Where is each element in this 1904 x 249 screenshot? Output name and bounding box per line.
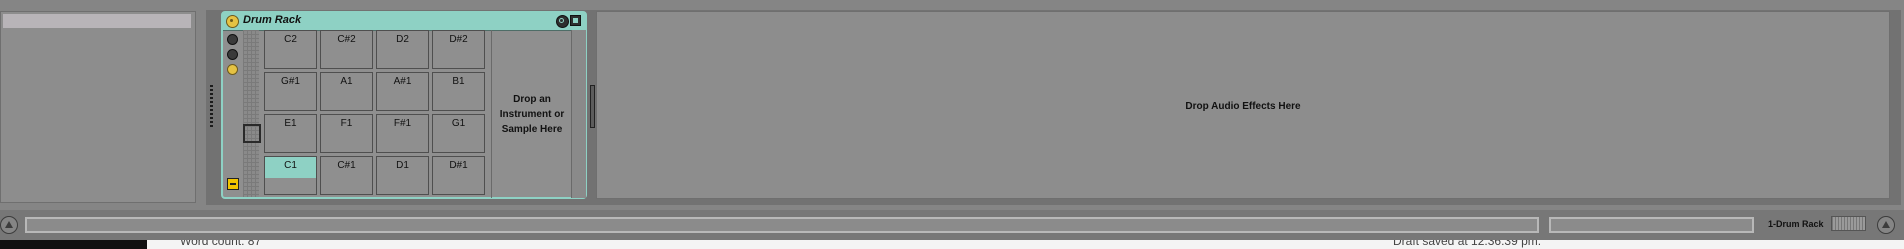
pad-label: C#2 [337,34,356,45]
drum-pad-selected[interactable]: C1 [264,156,317,195]
pad-label: D#1 [449,160,468,171]
drum-pad[interactable]: D1 [376,156,429,195]
underlying-editor-strip: Word count: 87 Draft saved at 12:36:39 p… [0,240,1904,249]
pad-label: D#2 [449,34,468,45]
word-count: Word count: 87 [180,240,262,248]
pad-label: C2 [284,34,297,45]
drum-pad[interactable]: C#2 [320,30,373,69]
draft-status: Draft saved at 12:36:39 pm. [1393,240,1542,248]
pad-overview[interactable] [243,30,259,197]
hot-swap-icon[interactable] [556,15,569,28]
pad-label: C1 [284,160,297,171]
pad-label: F1 [340,118,353,129]
triangle-up-icon[interactable] [1877,216,1895,234]
drum-pad[interactable]: D#2 [432,30,485,69]
drum-pad[interactable]: D#1 [432,156,485,195]
secondary-info-field [1549,217,1754,233]
drum-pad[interactable]: D2 [376,30,429,69]
power-icon[interactable] [226,15,239,28]
pad-label: D1 [396,160,409,171]
auto-select-icon[interactable] [227,178,239,190]
pad-overview-view-box[interactable] [243,124,261,143]
save-preset-icon[interactable] [570,15,581,26]
drum-pad[interactable]: E1 [264,114,317,153]
info-field [25,217,1539,233]
drum-pad[interactable]: G#1 [264,72,317,111]
device-name[interactable]: Drum Rack [243,14,301,26]
triangle-up-icon[interactable] [0,216,18,234]
drum-pad[interactable]: C2 [264,30,317,69]
macro-icon[interactable] [227,34,238,45]
drum-pad[interactable]: A#1 [376,72,429,111]
drum-rack-device: Drum Rack C2 C#2 D2 D#2 G#1 A1 A#1 B1 E1… [221,11,587,199]
io-icon[interactable] [227,64,238,75]
pad-label: B1 [452,76,465,87]
drum-pad[interactable]: G1 [432,114,485,153]
clip-header-strip[interactable] [3,14,191,28]
pad-label: A#1 [393,76,412,87]
drum-pad[interactable]: B1 [432,72,485,111]
status-bar: 1-Drum Rack [0,210,1904,240]
panel-resize-handle[interactable] [210,85,213,127]
pad-label: A1 [340,76,353,87]
clip-view-panel[interactable] [0,11,196,203]
audio-effects-drop-zone[interactable]: Drop Audio Effects Here [596,11,1890,199]
rack-scrollbar[interactable] [571,30,586,198]
device-title-bar[interactable]: Drum Rack [223,13,585,31]
effects-drop-text: Drop Audio Effects Here [1185,101,1301,112]
pad-label: G1 [451,118,466,129]
chain-list-icon[interactable] [227,49,238,60]
pad-label: D2 [396,34,409,45]
pad-label: E1 [284,118,297,129]
track-name-label: 1-Drum Rack [1768,219,1824,229]
drum-pad[interactable]: F#1 [376,114,429,153]
drum-pad[interactable]: A1 [320,72,373,111]
device-splitter[interactable] [590,85,595,128]
pad-label: C#1 [337,160,356,171]
underlying-dark-block [0,240,147,249]
drum-pad[interactable]: C#1 [320,156,373,195]
instrument-drop-zone[interactable]: Drop an Instrument or Sample Here [491,30,572,198]
pad-label: F#1 [393,118,412,129]
drum-pad[interactable]: F1 [320,114,373,153]
device-overview-thumbnail[interactable] [1831,216,1866,231]
pad-grid: C2 C#2 D2 D#2 G#1 A1 A#1 B1 E1 F1 F#1 G1… [264,30,487,198]
instrument-drop-text: Drop an Instrument or Sample Here [499,94,565,135]
pad-label: G#1 [281,76,300,87]
